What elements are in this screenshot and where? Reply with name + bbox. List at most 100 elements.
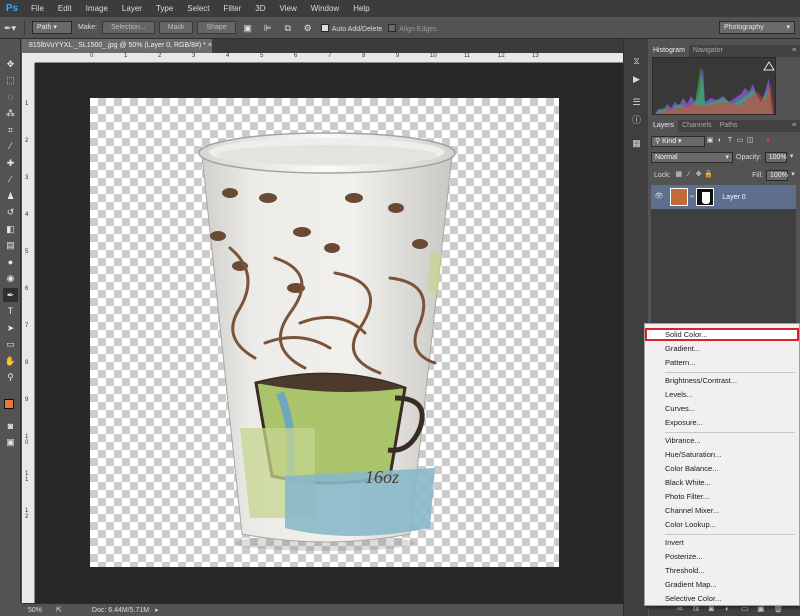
fill-dropdown-icon[interactable]: ▾ <box>788 170 798 180</box>
foreground-color-swatch[interactable] <box>4 399 14 409</box>
menu-help[interactable]: Help <box>346 0 376 17</box>
layer-row[interactable]: 👁 ∞ Layer 0 <box>651 185 796 209</box>
layer-thumbnail[interactable] <box>670 188 688 206</box>
smart-object-filter-icon[interactable]: ◫ <box>745 136 755 146</box>
auto-add-delete-checkbox[interactable]: Auto Add/Delete <box>320 23 382 33</box>
pen-tool-preset-icon[interactable]: ✒▾ <box>3 21 17 35</box>
rectangle-tool-icon[interactable]: ▭ <box>3 337 18 351</box>
menu-item-invert[interactable]: Invert <box>645 536 799 549</box>
history-panel-icon[interactable]: ⧖ <box>629 54 644 69</box>
document-canvas[interactable]: 16oz <box>90 98 559 567</box>
marquee-tool-icon[interactable]: ⬚ <box>3 73 18 87</box>
menu-item-vibrance[interactable]: Vibrance... <box>645 434 799 447</box>
menu-type[interactable]: Type <box>149 0 180 17</box>
type-tool-icon[interactable]: T <box>3 304 18 318</box>
path-operations-icon[interactable]: ▣ <box>241 21 255 35</box>
layer-mask-thumbnail[interactable] <box>696 188 715 206</box>
lock-all-icon[interactable]: 🔒 <box>704 170 714 180</box>
menu-item-black-white[interactable]: Black White... <box>645 476 799 489</box>
menu-view[interactable]: View <box>273 0 304 17</box>
ruler-vertical[interactable]: 1 2 3 4 5 6 7 8 9 1 0 1 1 1 2 <box>22 63 35 603</box>
menu-item-posterize[interactable]: Posterize... <box>645 550 799 563</box>
menu-item-gradient-map[interactable]: Gradient Map... <box>645 578 799 591</box>
make-mask-button[interactable]: Mask <box>158 21 194 34</box>
properties-panel-icon[interactable]: ☰ <box>629 95 644 110</box>
quick-mask-icon[interactable]: ◙ <box>3 419 18 433</box>
clone-stamp-tool-icon[interactable]: ♟ <box>3 189 18 203</box>
blend-mode-select[interactable]: Normal ▾ <box>651 151 733 163</box>
eyedropper-tool-icon[interactable]: ⁄ <box>3 139 18 153</box>
align-edges-checkbox[interactable]: Align Edges <box>388 23 437 33</box>
menu-item-gradient[interactable]: Gradient... <box>645 342 799 355</box>
menu-window[interactable]: Window <box>304 0 346 17</box>
panel-menu-icon[interactable]: ≡ <box>788 45 800 57</box>
tab-navigator[interactable]: Navigator <box>689 45 727 57</box>
lock-transparency-icon[interactable]: ▦ <box>674 170 684 180</box>
menu-item-color-balance[interactable]: Color Balance... <box>645 462 799 475</box>
tab-layers[interactable]: Layers <box>649 120 679 132</box>
opacity-input[interactable]: 100% <box>764 151 787 163</box>
crop-tool-icon[interactable]: ⌗ <box>3 123 18 137</box>
lock-position-icon[interactable]: ✥ <box>694 170 704 180</box>
notes-panel-icon[interactable]: ▦ <box>629 136 644 151</box>
zoom-tool-icon[interactable]: ⚲ <box>3 370 18 384</box>
fill-input[interactable]: 100% <box>766 169 788 181</box>
make-selection-button[interactable]: Selection... <box>102 21 155 34</box>
menu-item-levels[interactable]: Levels... <box>645 388 799 401</box>
pen-mode-select[interactable]: Path ▾ <box>32 21 72 34</box>
menu-file[interactable]: File <box>24 0 51 17</box>
pen-tool-icon[interactable]: ✒ <box>3 288 18 302</box>
menu-item-solid-color[interactable]: Solid Color... <box>645 328 799 341</box>
menu-item-curves[interactable]: Curves... <box>645 402 799 415</box>
path-selection-tool-icon[interactable]: ➤ <box>3 321 18 335</box>
filter-kind-select[interactable]: ⚲ Kind ▾ <box>651 135 705 147</box>
menu-item-color-lookup[interactable]: Color Lookup... <box>645 518 799 531</box>
menu-image[interactable]: Image <box>79 0 115 17</box>
zoom-level[interactable]: 50% <box>28 607 42 614</box>
dodge-tool-icon[interactable]: ◉ <box>3 271 18 285</box>
shape-filter-icon[interactable]: ▭ <box>735 136 745 146</box>
menu-item-brightness-contrast[interactable]: Brightness/Contrast... <box>645 374 799 387</box>
eye-visibility-icon[interactable]: 👁 <box>654 192 664 202</box>
pixel-filter-icon[interactable]: ▣ <box>705 136 715 146</box>
lasso-tool-icon[interactable]: ◌ <box>3 90 18 104</box>
status-menu-arrow-icon[interactable]: ▸ <box>155 606 159 614</box>
menu-select[interactable]: Select <box>180 0 216 17</box>
eraser-tool-icon[interactable]: ◧ <box>3 222 18 236</box>
healing-brush-tool-icon[interactable]: ✚ <box>3 156 18 170</box>
opacity-dropdown-icon[interactable]: ▾ <box>787 152 797 162</box>
menu-item-selective-color[interactable]: Selective Color... <box>645 592 799 605</box>
lock-pixels-icon[interactable]: ∕ <box>684 170 694 180</box>
make-shape-button[interactable]: Shape <box>197 21 236 34</box>
workspace-select[interactable]: Photography ▾ <box>719 21 795 34</box>
actions-panel-icon[interactable]: ▶ <box>629 72 644 87</box>
layer-name[interactable]: Layer 0 <box>722 194 745 201</box>
menu-filter[interactable]: Filter <box>217 0 249 17</box>
menu-item-channel-mixer[interactable]: Channel Mixer... <box>645 504 799 517</box>
hand-tool-icon[interactable]: ✋ <box>3 354 18 368</box>
menu-item-pattern[interactable]: Pattern... <box>645 356 799 369</box>
adjustment-filter-icon[interactable]: ◐ <box>715 136 725 146</box>
filter-toggle-icon[interactable]: ● <box>763 136 773 146</box>
tab-histogram[interactable]: Histogram <box>649 45 689 57</box>
gear-icon[interactable]: ⚙ <box>301 21 315 35</box>
brush-tool-icon[interactable]: ∕ <box>3 172 18 186</box>
menu-item-hue-saturation[interactable]: Hue/Saturation... <box>645 448 799 461</box>
ruler-horizontal[interactable]: 0 1 2 3 4 5 6 7 8 9 10 11 12 13 <box>35 53 623 63</box>
move-tool-icon[interactable]: ✥ <box>3 57 18 71</box>
menu-item-photo-filter[interactable]: Photo Filter... <box>645 490 799 503</box>
menu-layer[interactable]: Layer <box>115 0 149 17</box>
export-icon[interactable]: ⇱ <box>56 606 62 614</box>
menu-edit[interactable]: Edit <box>51 0 79 17</box>
path-arrangement-icon[interactable]: ⧉ <box>281 21 295 35</box>
document-tab[interactable]: 815lbVuYYXL._SL1500_.jpg @ 50% (Layer 0,… <box>22 39 212 53</box>
ruler-origin[interactable] <box>22 53 35 63</box>
type-filter-icon[interactable]: T <box>725 136 735 146</box>
tab-paths[interactable]: Paths <box>716 120 742 132</box>
menu-item-exposure[interactable]: Exposure... <box>645 416 799 429</box>
menu-item-threshold[interactable]: Threshold... <box>645 564 799 577</box>
panel-menu-icon[interactable]: ≡ <box>788 120 800 132</box>
gradient-tool-icon[interactable]: ▤ <box>3 238 18 252</box>
chain-link-icon[interactable]: ∞ <box>690 194 694 200</box>
screen-mode-icon[interactable]: ▣ <box>3 435 18 449</box>
